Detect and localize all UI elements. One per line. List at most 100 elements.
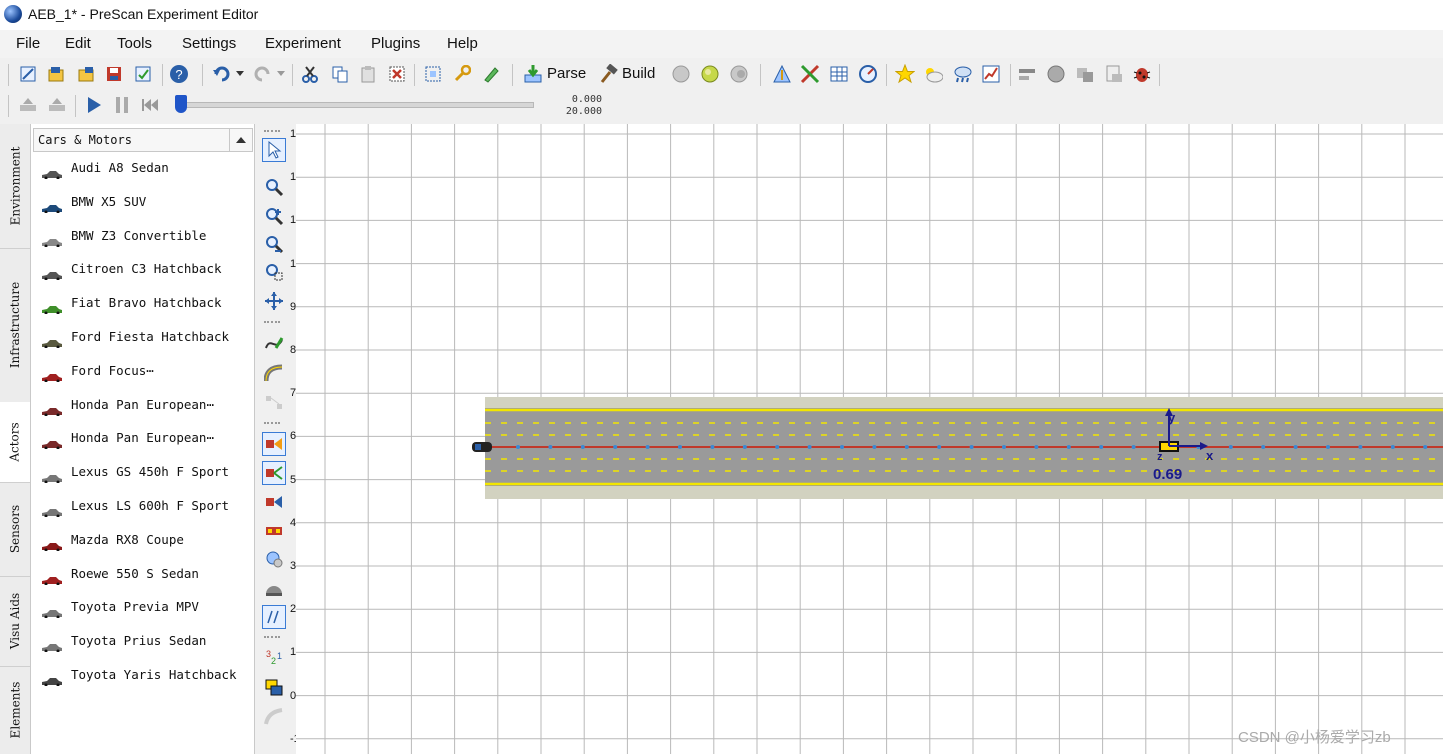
hammer-icon[interactable]	[598, 64, 618, 84]
sensor-orange-icon[interactable]	[262, 432, 286, 456]
group-icon[interactable]	[1075, 64, 1095, 84]
step-back-disabled-icon[interactable]	[18, 95, 38, 115]
undo-icon[interactable]	[212, 64, 232, 84]
redo-icon[interactable]	[252, 64, 272, 84]
timeline-slider-thumb[interactable]	[175, 95, 187, 113]
weather-rain-icon[interactable]	[952, 64, 972, 84]
undo-dropdown-icon[interactable]	[235, 64, 245, 84]
library-category-header[interactable]: Cars & Motors	[33, 128, 253, 152]
save-as-icon[interactable]	[133, 64, 153, 84]
tab-actors[interactable]: Actors	[0, 402, 30, 483]
rewind-icon[interactable]	[140, 95, 160, 115]
draw-path-icon[interactable]	[262, 332, 286, 356]
checker-sensor-icon[interactable]	[262, 519, 286, 543]
trajectory-point[interactable]	[872, 445, 877, 449]
library-item[interactable]: Ford Fiesta Hatchback	[39, 327, 249, 349]
shield-disabled-icon[interactable]	[1046, 64, 1066, 84]
trajectory-point[interactable]	[937, 445, 942, 449]
library-item[interactable]: Citroen C3 Hatchback	[39, 259, 249, 281]
trajectory-icon[interactable]	[800, 64, 820, 84]
tab-infrastructure[interactable]: Infrastructure	[0, 248, 30, 403]
trajectory-point[interactable]	[1261, 445, 1266, 449]
library-item[interactable]: Toyota Yaris Hatchback	[39, 665, 249, 687]
weather-cloud-icon[interactable]	[923, 64, 943, 84]
trajectory-point[interactable]	[678, 445, 682, 449]
scene-canvas[interactable]: y x z 0.69	[296, 124, 1443, 754]
sensor-green-icon[interactable]	[262, 461, 286, 485]
wrench-icon[interactable]	[452, 64, 472, 84]
pencil-icon[interactable]	[481, 64, 501, 84]
open-icon[interactable]	[46, 64, 66, 84]
table-icon[interactable]	[829, 64, 849, 84]
numbering-icon[interactable]: 321	[262, 646, 286, 670]
new-experiment-icon[interactable]	[18, 64, 38, 84]
arc-disabled-icon[interactable]	[262, 704, 286, 728]
trajectory-point[interactable]	[613, 445, 618, 449]
trajectory-point[interactable]	[807, 445, 812, 449]
trajectory-point[interactable]	[1066, 445, 1071, 449]
play-icon[interactable]	[84, 95, 104, 115]
sensor-blue-icon[interactable]	[262, 490, 286, 514]
redo-dropdown-icon[interactable]	[276, 64, 286, 84]
tab-elements[interactable]: Elements	[0, 666, 30, 754]
trajectory-point[interactable]	[1034, 445, 1039, 449]
paste-icon[interactable]	[358, 64, 378, 84]
step-forward-disabled-icon[interactable]	[47, 95, 67, 115]
zoom-icon[interactable]	[262, 175, 286, 199]
build-button[interactable]: Build	[622, 65, 655, 82]
trajectory-point[interactable]	[645, 445, 650, 449]
globe-sensor-icon[interactable]	[262, 547, 286, 571]
tab-visu-aids[interactable]: Visu Aids	[0, 576, 30, 667]
gauge-icon[interactable]	[858, 64, 878, 84]
trajectory-point[interactable]	[1390, 445, 1395, 449]
menu-edit[interactable]: Edit	[65, 35, 91, 52]
trajectory-point[interactable]	[1002, 445, 1006, 449]
trajectory-point[interactable]	[1131, 445, 1136, 449]
library-item[interactable]: Ford Focus⋯	[39, 361, 249, 383]
connect-disabled-icon[interactable]	[262, 390, 286, 414]
regenerate-icon[interactable]	[700, 64, 720, 84]
zoom-area-icon[interactable]	[262, 260, 286, 284]
trajectory-point[interactable]	[1228, 445, 1233, 449]
parse-button[interactable]: Parse	[547, 65, 586, 82]
delete-icon[interactable]	[387, 64, 407, 84]
stop-disabled-icon[interactable]	[729, 64, 749, 84]
run-disabled-icon[interactable]	[671, 64, 691, 84]
parse-icon[interactable]	[523, 64, 543, 84]
timeline-slider-track[interactable]	[180, 102, 534, 108]
trajectory-point[interactable]	[1326, 445, 1330, 449]
trajectory-point[interactable]	[548, 445, 553, 449]
copy-icon[interactable]	[330, 64, 350, 84]
trajectory-point[interactable]	[742, 445, 747, 449]
library-item[interactable]: BMW Z3 Convertible	[39, 226, 249, 248]
trajectory-point[interactable]	[1099, 445, 1104, 449]
chart-icon[interactable]	[981, 64, 1001, 84]
select-all-icon[interactable]	[423, 64, 443, 84]
trajectory-point[interactable]	[580, 445, 585, 449]
grid-lines-icon[interactable]	[262, 605, 286, 629]
library-item[interactable]: Lexus LS 600h F Sport	[39, 496, 249, 518]
align-icon[interactable]	[1017, 64, 1037, 84]
library-item[interactable]: Fiat Bravo Hatchback	[39, 293, 249, 315]
menu-help[interactable]: Help	[447, 35, 478, 52]
trajectory-point[interactable]	[969, 445, 974, 449]
layer-icon[interactable]	[262, 675, 286, 699]
trajectory-point[interactable]	[1358, 445, 1363, 449]
trajectory-point[interactable]	[710, 445, 715, 449]
menu-file[interactable]: File	[16, 35, 40, 52]
library-item[interactable]: Toyota Previa MPV	[39, 597, 249, 619]
dome-sensor-icon[interactable]	[262, 576, 286, 600]
save-icon[interactable]	[104, 64, 124, 84]
zoom-in-icon[interactable]	[262, 204, 286, 228]
library-item[interactable]: BMW X5 SUV	[39, 192, 249, 214]
curve-road-icon[interactable]	[262, 361, 286, 385]
menu-plugins[interactable]: Plugins	[371, 35, 420, 52]
library-item[interactable]: Audi A8 Sedan	[39, 158, 249, 180]
menu-experiment[interactable]: Experiment	[265, 35, 341, 52]
library-item[interactable]: Roewe 550 S Sedan	[39, 564, 249, 586]
trajectory-point[interactable]	[840, 445, 844, 449]
pan-move-icon[interactable]	[262, 289, 286, 313]
menu-tools[interactable]: Tools	[117, 35, 152, 52]
bug-icon[interactable]	[1132, 64, 1152, 84]
export-icon[interactable]	[1104, 64, 1124, 84]
